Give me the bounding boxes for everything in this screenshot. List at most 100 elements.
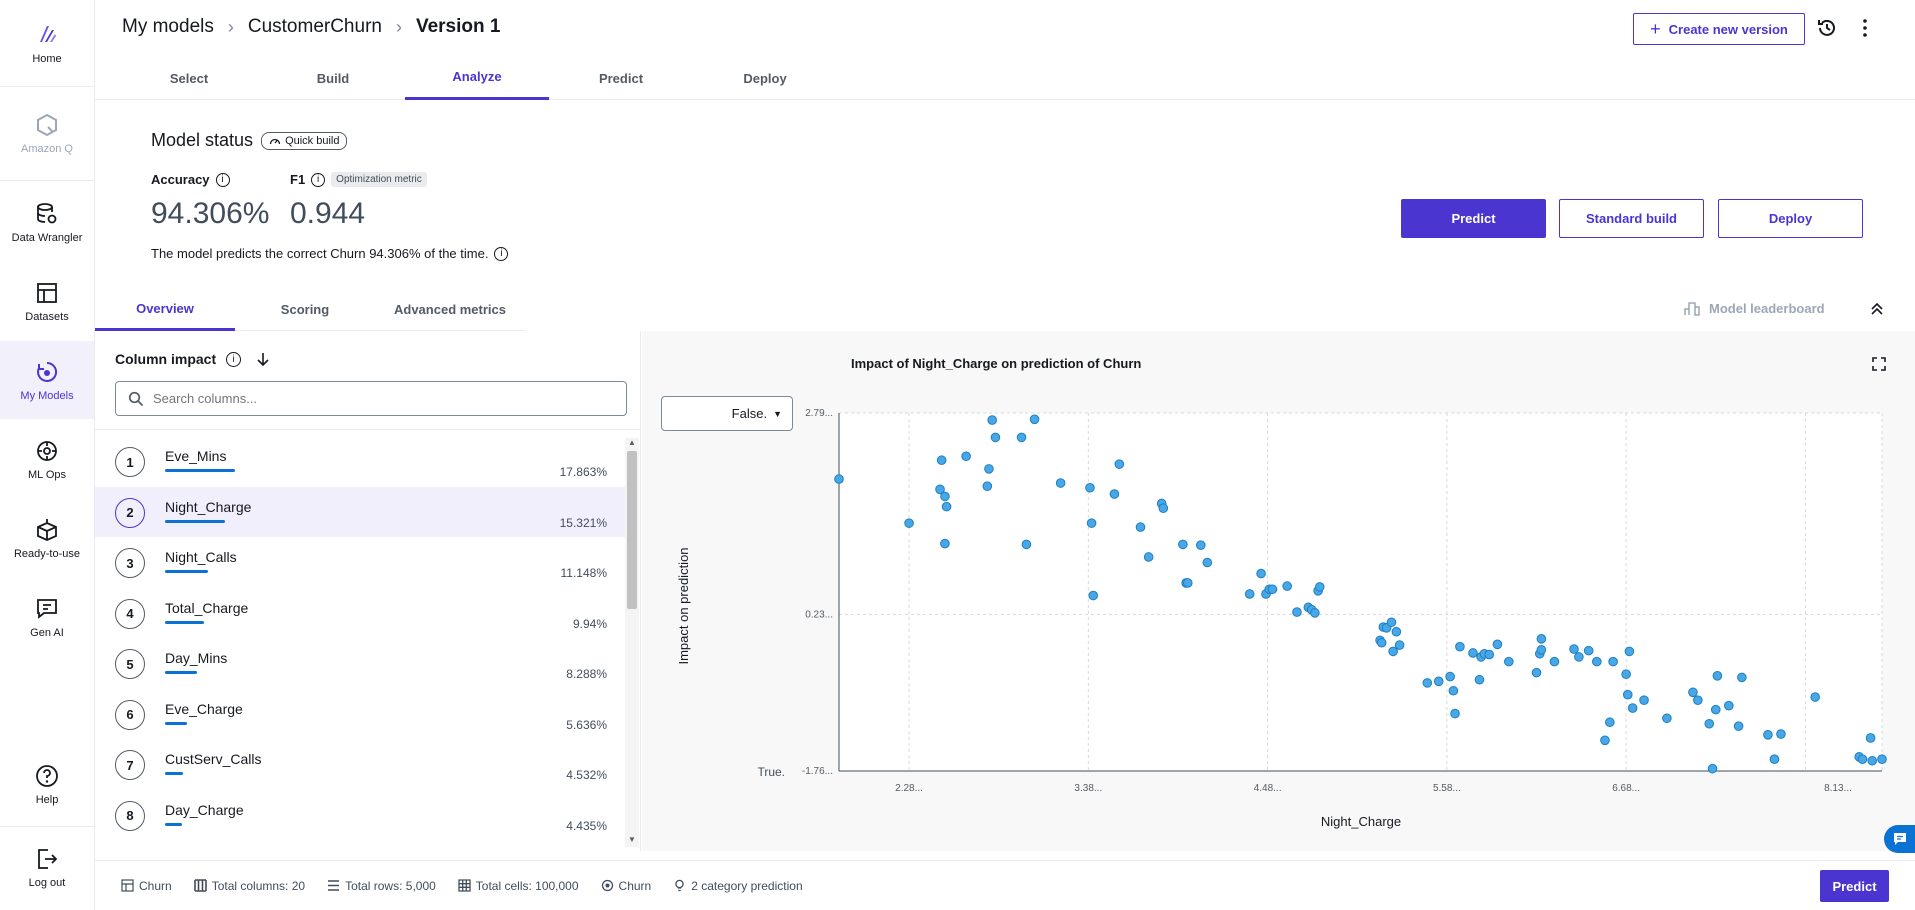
data-point — [1776, 729, 1786, 739]
x-tick-label: 3.38... — [1074, 783, 1102, 794]
data-point — [936, 455, 947, 466]
column-impact-row[interactable]: 3 Night_Calls 11.148% — [95, 537, 625, 587]
tab-advanced-metrics[interactable]: Advanced metrics — [375, 288, 525, 331]
step-select[interactable]: Select — [117, 56, 261, 100]
analysis-tabs: Overview Scoring Advanced metrics — [95, 288, 525, 331]
data-point — [1867, 755, 1878, 766]
footer-predict-button[interactable]: Predict — [1820, 870, 1889, 902]
data-point — [941, 501, 952, 512]
nav-amazon-q[interactable]: Amazon Q — [0, 90, 94, 176]
data-point — [940, 491, 950, 502]
step-analyze[interactable]: Analyze — [405, 56, 549, 100]
data-point — [1605, 717, 1615, 728]
scroll-down-arrow-icon[interactable]: ▼ — [625, 835, 639, 847]
nav-my-models[interactable]: My Models — [0, 341, 94, 419]
ml-ops-icon — [37, 440, 57, 461]
step-predict[interactable]: Predict — [549, 56, 693, 100]
column-impact-row[interactable]: 6 Eve_Charge 5.636% — [95, 689, 625, 739]
model-status-header: Model status Quick build — [151, 130, 348, 151]
history-icon[interactable] — [1816, 17, 1838, 39]
column-impact-bar — [165, 721, 187, 725]
model-leaderboard-link[interactable]: Model leaderboard — [1683, 299, 1825, 317]
breadcrumb-model[interactable]: CustomerChurn — [248, 16, 382, 38]
search-columns-field[interactable] — [115, 381, 627, 416]
footer-target-label: Churn — [139, 878, 172, 893]
quick-build-badge: Quick build — [261, 131, 348, 150]
feedback-chat-button[interactable] — [1884, 825, 1915, 853]
deploy-button[interactable]: Deploy — [1718, 199, 1863, 238]
column-impact-row[interactable]: 5 Day_Mins 8.288% — [95, 638, 625, 688]
x-axis-label: Night_Charge — [1321, 814, 1401, 829]
column-impact-bar — [165, 620, 204, 624]
model-status-title: Model status — [151, 130, 254, 150]
data-point — [1549, 656, 1560, 667]
column-rank: 5 — [115, 649, 145, 679]
collapse-up-icon[interactable] — [1868, 300, 1886, 318]
create-new-version-button[interactable]: + Create new version — [1633, 13, 1805, 45]
nav-ml-ops[interactable]: ML Ops — [0, 420, 94, 498]
footer-total-columns: Total columns: 20 — [193, 879, 305, 893]
footer-target-column-label: Churn — [618, 878, 652, 893]
data-point — [1143, 552, 1154, 562]
column-impact-row[interactable]: 8 Day_Charge 4.435% — [95, 790, 625, 840]
column-rank: 4 — [115, 598, 145, 629]
tab-overview[interactable]: Overview — [95, 288, 235, 331]
column-rank: 7 — [115, 750, 145, 780]
workflow-steps: Select Build Analyze Predict Deploy — [95, 56, 1915, 100]
more-vertical-icon[interactable] — [1854, 17, 1876, 39]
info-icon[interactable]: i — [311, 172, 326, 187]
info-icon[interactable]: i — [215, 172, 230, 187]
column-impact-row[interactable]: 7 CustServ_Calls 4.532% — [95, 739, 625, 789]
data-point — [1484, 649, 1495, 660]
column-impact-row[interactable]: 4 Total_Charge 9.94% — [95, 588, 625, 638]
nav-help[interactable]: Help — [0, 745, 94, 823]
data-point — [1388, 646, 1398, 657]
info-icon[interactable]: i — [494, 246, 509, 261]
step-deploy[interactable]: Deploy — [693, 56, 837, 100]
list-scrollbar-thumb[interactable] — [627, 451, 637, 609]
scroll-up-arrow-icon[interactable]: ▲ — [625, 438, 639, 450]
nav-ml-ops-label: ML Ops — [27, 468, 67, 481]
info-icon[interactable]: i — [226, 351, 242, 367]
data-point — [1016, 432, 1027, 443]
nav-gen-ai[interactable]: Gen AI — [0, 578, 94, 656]
nav-ready-to-use[interactable]: Ready-to-use — [0, 499, 94, 577]
list-scrollbar[interactable]: ▲ ▼ — [625, 438, 639, 847]
column-rank: 2 — [115, 497, 145, 528]
search-columns-input[interactable] — [153, 391, 626, 406]
chat-sparkle-icon — [37, 598, 57, 619]
column-impact-panel: Column impact i 1 Eve_Mins 17.863% 2 Night_C… — [95, 331, 641, 851]
data-point — [1256, 568, 1266, 579]
nav-home[interactable]: Home — [0, 0, 94, 86]
nav-datasets[interactable]: Datasets — [0, 262, 94, 340]
data-point — [1314, 582, 1325, 592]
standard-build-button[interactable]: Standard build — [1559, 199, 1704, 238]
nav-help-label: Help — [35, 793, 59, 806]
data-point — [1310, 608, 1320, 618]
nav-gen-ai-label: Gen AI — [30, 626, 64, 639]
data-point — [1455, 641, 1465, 652]
column-name: Day_Mins — [165, 650, 228, 666]
nav-data-wrangler[interactable]: Data Wrangler — [0, 183, 94, 261]
column-impact-percent: 4.435% — [566, 818, 607, 833]
predict-button[interactable]: Predict — [1401, 199, 1546, 238]
column-impact-percent: 11.148% — [560, 566, 607, 580]
create-new-version-label: Create new version — [1668, 21, 1788, 37]
f1-value: 0.944 — [290, 197, 366, 230]
column-impact-row[interactable]: 2 Night_Charge 15.321% — [95, 486, 625, 537]
data-point — [1282, 581, 1292, 591]
sort-arrow-down-icon[interactable] — [255, 351, 271, 367]
tab-scoring[interactable]: Scoring — [235, 288, 375, 331]
breadcrumb-my-models[interactable]: My models — [122, 16, 214, 38]
help-icon — [36, 764, 58, 787]
nav-log-out[interactable]: Log out — [0, 828, 94, 906]
x-tick-label: 2.28... — [895, 783, 923, 794]
step-build[interactable]: Build — [261, 56, 405, 100]
column-rank: 8 — [115, 800, 145, 831]
f1-label: F1 — [290, 172, 306, 187]
column-impact-row[interactable]: 1 Eve_Mins 17.863% — [95, 436, 625, 486]
chevron-right-icon: › — [227, 16, 234, 37]
column-impact-percent: 8.288% — [566, 667, 607, 681]
x-tick-label: 8.13... — [1824, 783, 1852, 794]
data-point — [1531, 667, 1542, 678]
